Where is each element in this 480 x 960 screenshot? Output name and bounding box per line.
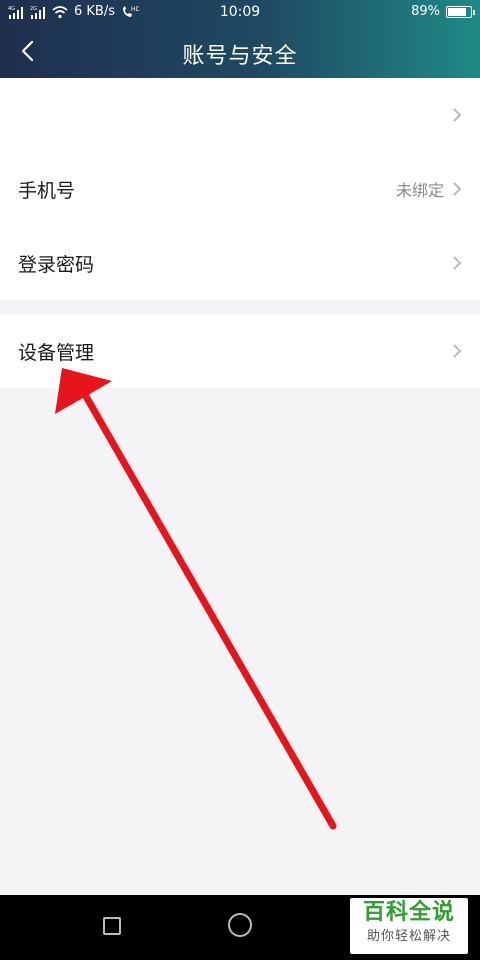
title-bar: 账号与安全 (0, 28, 480, 78)
login-password-row[interactable]: 登录密码 (0, 226, 480, 300)
chevron-right-icon (453, 256, 462, 270)
row-label: 设备管理 (18, 341, 95, 364)
account-section: 手机号 未绑定 登录密码 (0, 78, 480, 300)
profile-row[interactable] (0, 78, 480, 152)
app-header: 4G 2G 6 KB/s HD 10:09 89% 账号与安全 (0, 0, 480, 78)
chevron-right-icon (453, 108, 462, 122)
row-label: 登录密码 (18, 253, 95, 276)
watermark-title: 百科全说 (362, 900, 455, 925)
status-right: 89% (411, 4, 475, 19)
phone-status-value: 未绑定 (395, 181, 444, 200)
home-button[interactable] (228, 913, 252, 937)
phone-number-row[interactable]: 手机号 未绑定 (0, 152, 480, 226)
chevron-right-icon (453, 182, 462, 196)
battery-percent: 89% (411, 4, 440, 19)
device-section: 设备管理 (0, 314, 480, 388)
device-management-row[interactable]: 设备管理 (0, 314, 480, 388)
clock: 10:09 (219, 4, 261, 20)
battery-fill (448, 7, 466, 16)
status-bar: 4G 2G 6 KB/s HD 10:09 89% (0, 0, 480, 24)
page-title: 账号与安全 (182, 44, 298, 69)
watermark-logo: 百科全说 助你轻松解决 (350, 898, 468, 954)
recent-apps-button[interactable] (103, 917, 121, 935)
battery-icon (446, 5, 475, 18)
watermark-subtitle: 助你轻松解决 (366, 929, 451, 944)
row-label: 手机号 (18, 179, 76, 202)
chevron-right-icon (453, 344, 462, 358)
